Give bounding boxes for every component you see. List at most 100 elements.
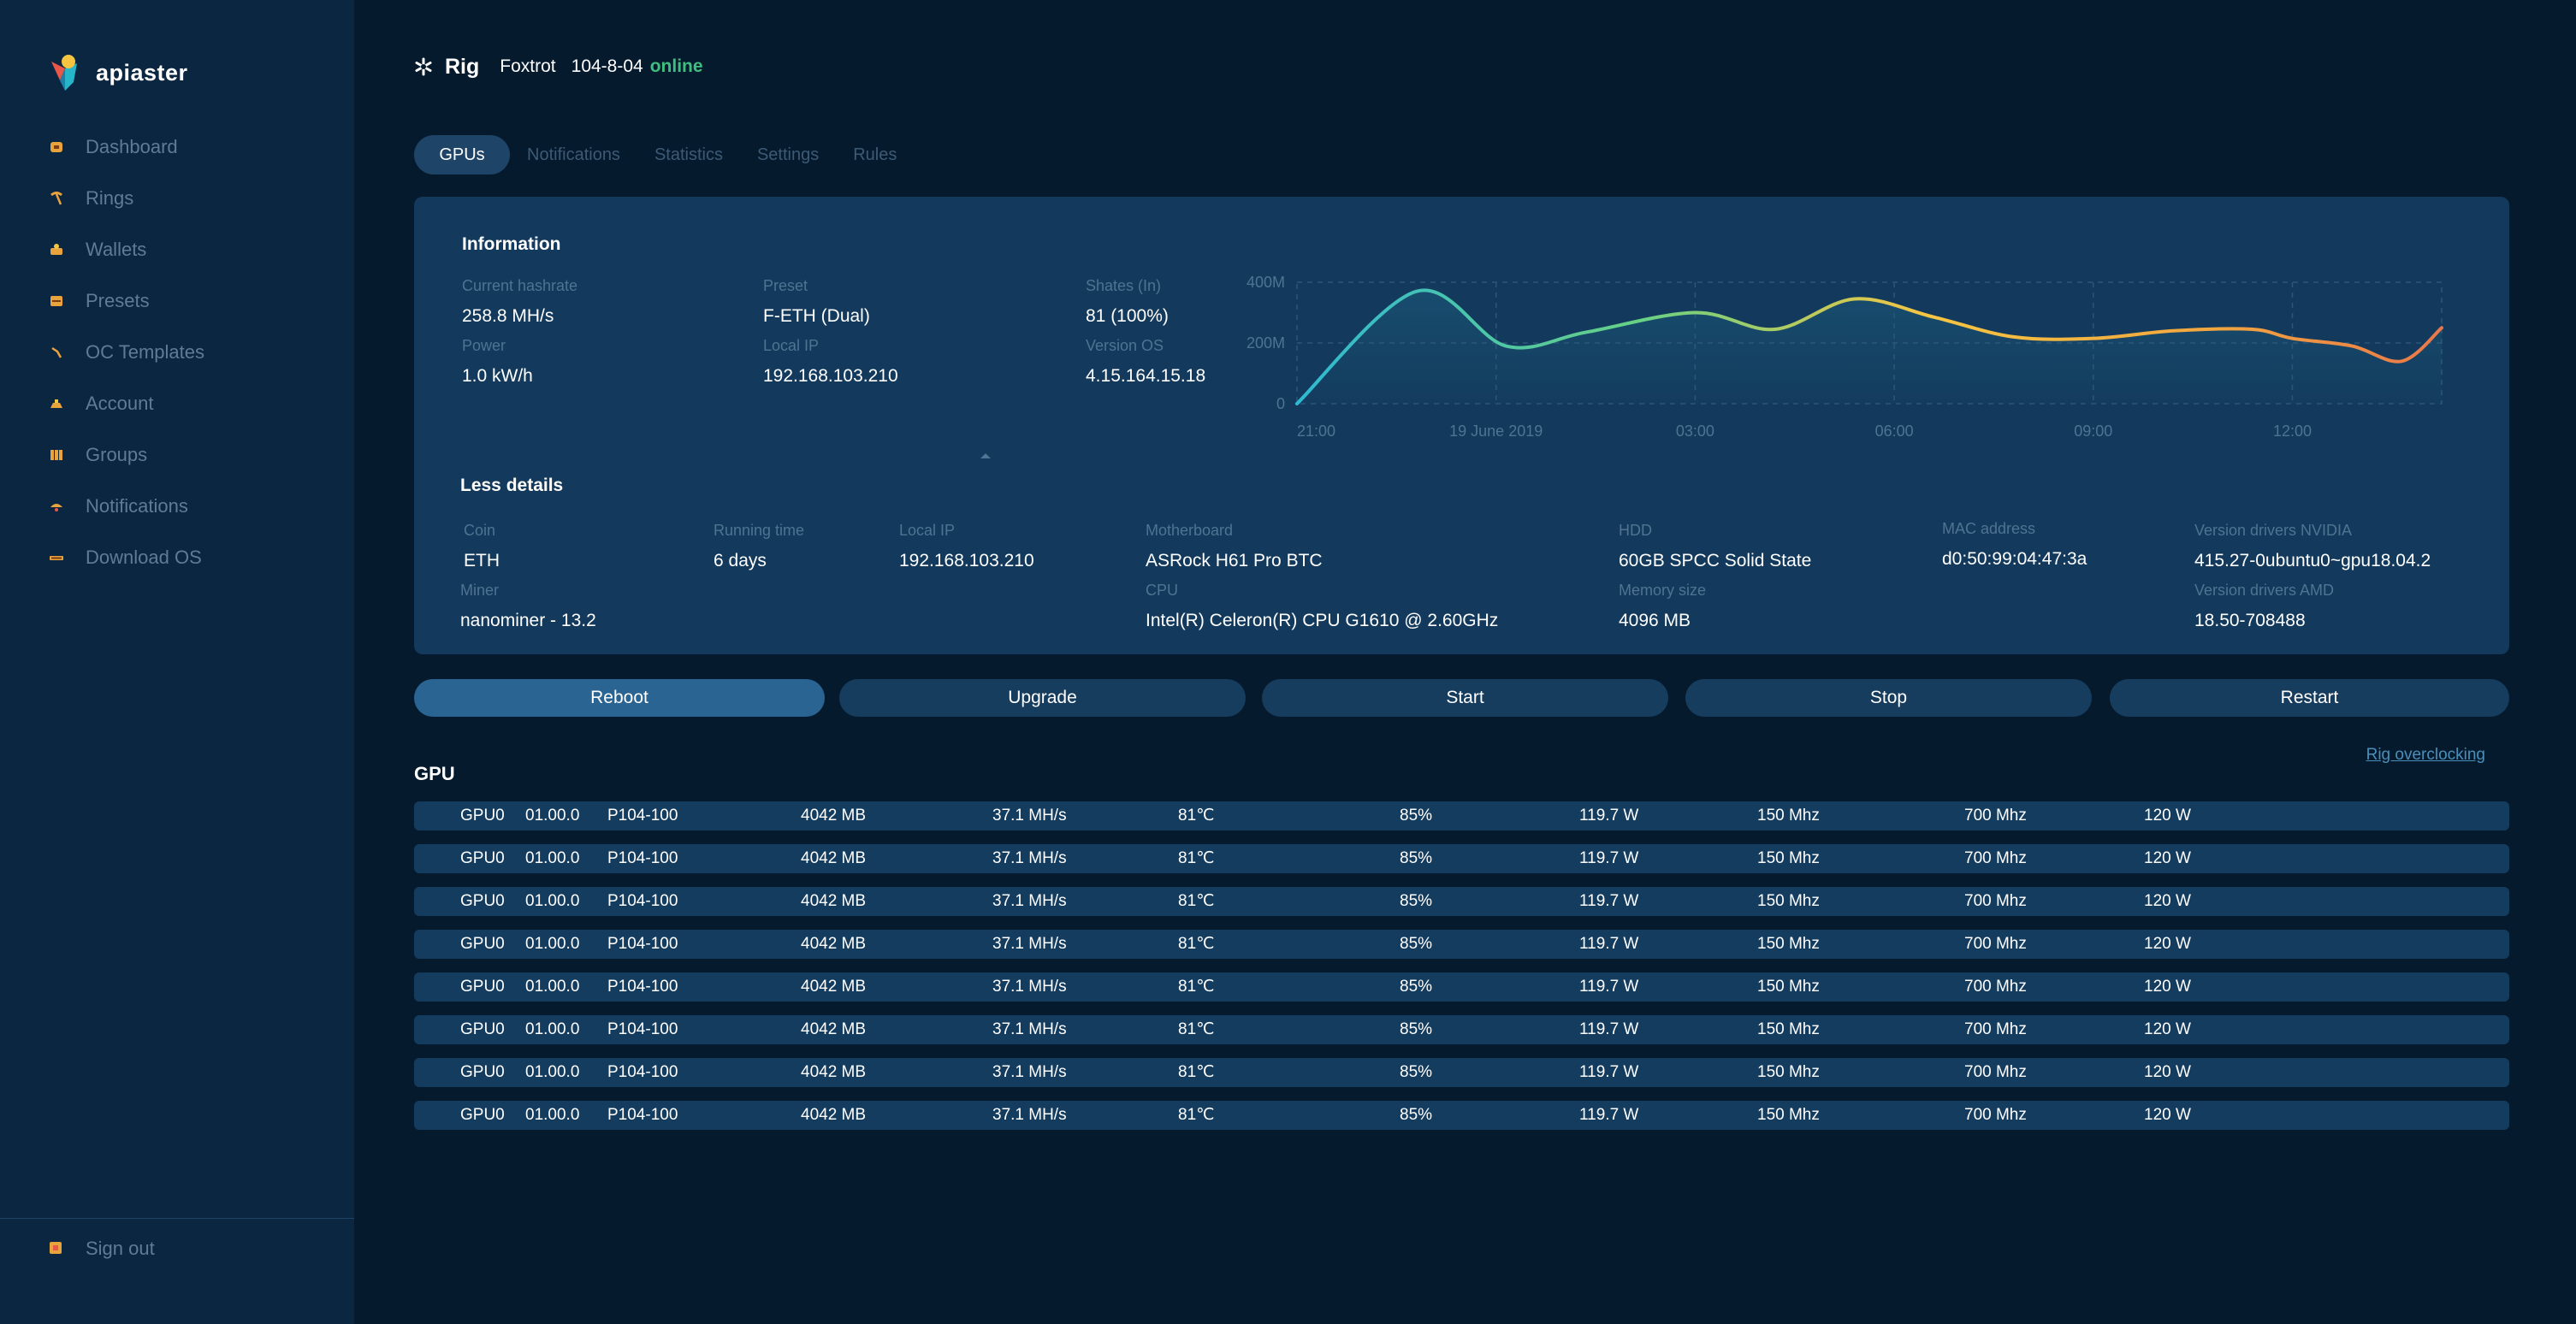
rig-header: Rig Foxtrot 104-8-04 online bbox=[414, 51, 703, 82]
table-row[interactable]: GPU0 01.00.0 P104-100 4042 MB 37.1 MH/s 81℃ 85… bbox=[414, 1015, 2509, 1044]
hashrate-value: 258.8 MH/s bbox=[462, 306, 554, 326]
gpu-power-limit: 120 W bbox=[2144, 935, 2191, 953]
memory-value: 4096 MB bbox=[1619, 611, 1691, 630]
gpu-hashrate: 37.1 MH/s bbox=[992, 849, 1067, 867]
sidebar-item-label: Account bbox=[86, 393, 154, 414]
gpu-core-clock: 150 Mhz bbox=[1757, 892, 1820, 910]
gpu-memory: 4042 MB bbox=[801, 935, 867, 953]
sidebar-item-presets[interactable]: Presets bbox=[48, 284, 150, 318]
download-icon bbox=[48, 549, 65, 566]
tab-statistics[interactable]: Statistics bbox=[654, 145, 723, 165]
sidebar-item-download-os[interactable]: Download OS bbox=[48, 541, 202, 575]
page-title: Rig bbox=[445, 54, 480, 79]
tab-settings[interactable]: Settings bbox=[757, 145, 819, 165]
logo[interactable]: apiaster bbox=[48, 51, 188, 94]
table-row[interactable]: GPU0 01.00.0 P104-100 4042 MB 37.1 MH/s 81℃ 85… bbox=[414, 1101, 2509, 1130]
chart-x-tick-label: 03:00 bbox=[1676, 423, 1714, 436]
sidebar-item-label: Notifications bbox=[86, 495, 188, 517]
gpu-core-clock: 150 Mhz bbox=[1757, 978, 1820, 996]
start-button[interactable]: Start bbox=[1262, 679, 1668, 717]
running-time-label: Running time bbox=[714, 522, 805, 539]
gpu-temp: 81℃ bbox=[1178, 849, 1215, 867]
sidebar-divider bbox=[0, 1218, 354, 1219]
sidebar-item-notifications[interactable]: Notifications bbox=[48, 489, 188, 523]
rig-overclocking-link[interactable]: Rig overclocking bbox=[2366, 746, 2485, 765]
table-row[interactable]: GPU0 01.00.0 P104-100 4042 MB 37.1 MH/s 81℃ 85… bbox=[414, 930, 2509, 959]
restart-button[interactable]: Restart bbox=[2110, 679, 2509, 717]
tab-rules[interactable]: Rules bbox=[853, 145, 897, 165]
gpu-model: P104-100 bbox=[607, 807, 678, 825]
chart-x-tick-label: 21:00 bbox=[1297, 423, 1335, 436]
sign-out-icon bbox=[48, 1240, 65, 1257]
preset-label: Preset bbox=[763, 277, 808, 294]
information-title: Information bbox=[462, 234, 561, 254]
nvidia-driver-value: 415.27-0ubuntu0~gpu18.04.2 bbox=[2194, 551, 2431, 570]
gpu-hashrate: 37.1 MH/s bbox=[992, 892, 1067, 910]
chart-x-tick-label: 06:00 bbox=[1875, 423, 1914, 436]
gpu-bus: 01.00.0 bbox=[525, 807, 580, 825]
sidebar-item-oc-templates[interactable]: OC Templates bbox=[48, 335, 204, 369]
details-title[interactable]: Less details bbox=[460, 476, 563, 496]
sign-out-label: Sign out bbox=[86, 1238, 155, 1259]
motherboard-value: ASRock H61 Pro BTC bbox=[1146, 551, 1323, 570]
sign-out-button[interactable]: Sign out bbox=[48, 1235, 155, 1262]
gpu-temp: 81℃ bbox=[1178, 1106, 1215, 1124]
groups-icon bbox=[48, 446, 65, 464]
table-row[interactable]: GPU0 01.00.0 P104-100 4042 MB 37.1 MH/s 81℃ 85… bbox=[414, 801, 2509, 830]
rig-id: 104-8-04 bbox=[571, 56, 643, 76]
gpu-name: GPU0 bbox=[460, 1106, 505, 1124]
sidebar-item-dashboard[interactable]: Dashboard bbox=[48, 130, 178, 164]
stop-button[interactable]: Stop bbox=[1685, 679, 2092, 717]
table-row[interactable]: GPU0 01.00.0 P104-100 4042 MB 37.1 MH/s 81℃ 85… bbox=[414, 1058, 2509, 1087]
chart-x-tick-label: 09:00 bbox=[2074, 423, 2112, 436]
collapse-caret-icon[interactable] bbox=[979, 452, 992, 460]
gpu-model: P104-100 bbox=[607, 978, 678, 996]
motherboard-label: Motherboard bbox=[1146, 522, 1234, 539]
tab-notifications[interactable]: Notifications bbox=[527, 145, 620, 165]
gpu-name: GPU0 bbox=[460, 807, 505, 825]
gpu-model: P104-100 bbox=[607, 935, 678, 953]
local-ip-value: 192.168.103.210 bbox=[763, 366, 898, 386]
gpu-bus: 01.00.0 bbox=[525, 849, 580, 867]
sidebar-item-account[interactable]: Account bbox=[48, 387, 154, 421]
sidebar-item-groups[interactable]: Groups bbox=[48, 438, 147, 472]
gpu-name: GPU0 bbox=[460, 892, 505, 910]
tab-gpus[interactable]: GPUs bbox=[414, 135, 510, 174]
gpu-power-limit: 120 W bbox=[2144, 849, 2191, 867]
sidebar-item-wallets[interactable]: Wallets bbox=[48, 233, 146, 267]
gpu-bus: 01.00.0 bbox=[525, 935, 580, 953]
sidebar-item-label: OC Templates bbox=[86, 341, 204, 363]
chart-y-tick-label: 400M bbox=[1247, 274, 1285, 291]
wallet-icon bbox=[48, 241, 65, 258]
local-ip-label: Local IP bbox=[763, 337, 820, 354]
coin-label: Coin bbox=[464, 522, 496, 539]
cpu-value: Intel(R) Celeron(R) CPU G1610 @ 2.60GHz bbox=[1146, 611, 1499, 630]
version-os-value: 4.15.164.15.18 bbox=[1086, 366, 1206, 386]
apiaster-logo-icon bbox=[48, 51, 82, 94]
gpu-power-limit: 120 W bbox=[2144, 978, 2191, 996]
gpu-name: GPU0 bbox=[460, 849, 505, 867]
table-row[interactable]: GPU0 01.00.0 P104-100 4042 MB 37.1 MH/s 81℃ 85… bbox=[414, 887, 2509, 916]
sidebar-item-label: Groups bbox=[86, 444, 148, 465]
table-row[interactable]: GPU0 01.00.0 P104-100 4042 MB 37.1 MH/s 81℃ 85… bbox=[414, 972, 2509, 1002]
gpu-mem-clock: 700 Mhz bbox=[1964, 935, 2027, 953]
gpu-memory: 4042 MB bbox=[801, 892, 867, 910]
chart-x-ticks: 21:00 19 June 2019 03:00 06:00 09:00 12:00 bbox=[1297, 423, 2312, 436]
gpu-core-clock: 150 Mhz bbox=[1757, 807, 1820, 825]
gpu-power: 119.7 W bbox=[1579, 849, 1639, 867]
sidebar-item-label: Dashboard bbox=[86, 136, 178, 157]
gpu-mem-clock: 700 Mhz bbox=[1964, 978, 2027, 996]
brand-name: apiaster bbox=[96, 59, 188, 86]
reboot-button[interactable]: Reboot bbox=[414, 679, 825, 717]
hdd-label: HDD bbox=[1619, 522, 1652, 539]
memory-label: Memory size bbox=[1619, 582, 1707, 599]
sidebar-item-rings[interactable]: Rings bbox=[48, 181, 133, 216]
chart-y-tick-label: 0 bbox=[1276, 395, 1285, 412]
table-row[interactable]: GPU0 01.00.0 P104-100 4042 MB 37.1 MH/s 81℃ 85… bbox=[414, 844, 2509, 873]
gpu-name: GPU0 bbox=[460, 1063, 505, 1081]
gpu-power-limit: 120 W bbox=[2144, 1106, 2191, 1124]
gpu-fan: 85% bbox=[1400, 849, 1433, 867]
upgrade-button[interactable]: Upgrade bbox=[839, 679, 1246, 717]
hdd-value: 60GB SPCC Solid State bbox=[1619, 551, 1812, 570]
gpu-temp: 81℃ bbox=[1178, 1063, 1215, 1081]
